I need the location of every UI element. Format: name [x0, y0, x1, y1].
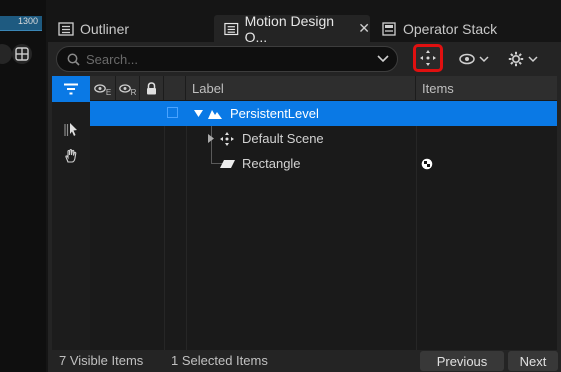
side-toolbar	[52, 76, 90, 350]
outliner-icon	[58, 21, 74, 36]
timeline-ruler[interactable]: 1300	[0, 16, 42, 31]
move-icon	[420, 50, 436, 66]
collapsed-arrow-icon[interactable]	[208, 134, 214, 143]
outliner-panel: E R Label Items PersistentLevel	[48, 42, 561, 372]
row-checkbox[interactable]	[167, 107, 178, 118]
tab-label: Motion Design O...	[244, 12, 335, 45]
gear-icon	[508, 51, 524, 67]
tree-row-label: Rectangle	[242, 156, 301, 171]
rectangle-shape-icon	[220, 160, 235, 168]
column-visible-editor[interactable]: E	[90, 76, 116, 100]
column-lock[interactable]	[140, 76, 164, 100]
settings-button[interactable]	[504, 46, 542, 72]
eye-icon	[459, 53, 475, 65]
transform-move-button[interactable]	[413, 44, 443, 72]
next-button[interactable]: Next	[508, 351, 558, 371]
viewport-button[interactable]	[0, 44, 12, 64]
filter-button[interactable]	[52, 76, 90, 102]
chevron-down-icon	[479, 55, 489, 62]
column-label[interactable]: Label	[186, 76, 416, 100]
search-box[interactable]	[56, 46, 398, 72]
column-label-text: Label	[192, 80, 224, 96]
tree-row-label: Default Scene	[242, 131, 324, 146]
outliner-tree: PersistentLevel Default Scene Rectangle	[90, 101, 557, 350]
outliner-icon	[224, 22, 239, 35]
material-item-icon[interactable]	[421, 158, 433, 170]
grid-button[interactable]	[12, 44, 32, 64]
previous-button[interactable]: Previous	[420, 351, 504, 371]
grid-icon	[15, 47, 29, 61]
column-eye-e-label: E	[105, 87, 112, 97]
column-items[interactable]: Items	[416, 76, 557, 100]
chevron-down-icon[interactable]	[377, 55, 389, 63]
chevron-down-icon	[528, 55, 538, 62]
tab-outliner[interactable]: Outliner	[48, 15, 198, 42]
lock-icon	[147, 81, 156, 94]
search-icon	[67, 53, 80, 66]
ruler-value: 1300	[17, 16, 38, 26]
tab-motion-design-outliner[interactable]: Motion Design O... ✕	[214, 12, 370, 45]
tab-label: Operator Stack	[403, 20, 498, 37]
tree-row-default-scene[interactable]: Default Scene	[90, 126, 557, 151]
tab-label: Outliner	[80, 20, 130, 37]
level-icon	[208, 110, 222, 119]
column-items-text: Items	[422, 80, 454, 96]
search-input[interactable]	[86, 51, 377, 67]
tab-bar: Outliner Motion Design O... ✕ Operator S…	[48, 10, 561, 45]
tree-row-label: PersistentLevel	[230, 106, 319, 121]
eye-icon	[93, 83, 106, 93]
eye-icon	[118, 83, 131, 93]
stack-icon	[382, 21, 396, 36]
selected-items-count: 1 Selected Items	[171, 353, 268, 368]
visibility-filter-button[interactable]	[456, 46, 492, 72]
status-bar: 7 Visible Items 1 Selected Items Previou…	[52, 350, 558, 372]
column-header: E R Label Items	[90, 76, 557, 101]
column-spacer	[164, 76, 186, 100]
column-eye-r-label: R	[130, 87, 137, 97]
tree-row-persistent-level[interactable]: PersistentLevel	[90, 101, 557, 126]
close-icon[interactable]: ✕	[358, 20, 370, 37]
tab-operator-stack[interactable]: Operator Stack	[371, 15, 511, 42]
select-cursor-icon[interactable]	[63, 122, 79, 138]
viewport-strip: 1300	[0, 0, 46, 372]
column-visible-runtime[interactable]: R	[116, 76, 140, 100]
expand-arrow-icon[interactable]	[194, 110, 203, 117]
filter-icon	[64, 83, 78, 95]
hand-icon[interactable]	[63, 148, 79, 164]
scene-icon	[220, 132, 234, 146]
tree-row-rectangle[interactable]: Rectangle	[90, 151, 557, 176]
visible-items-count: 7 Visible Items	[59, 353, 144, 368]
